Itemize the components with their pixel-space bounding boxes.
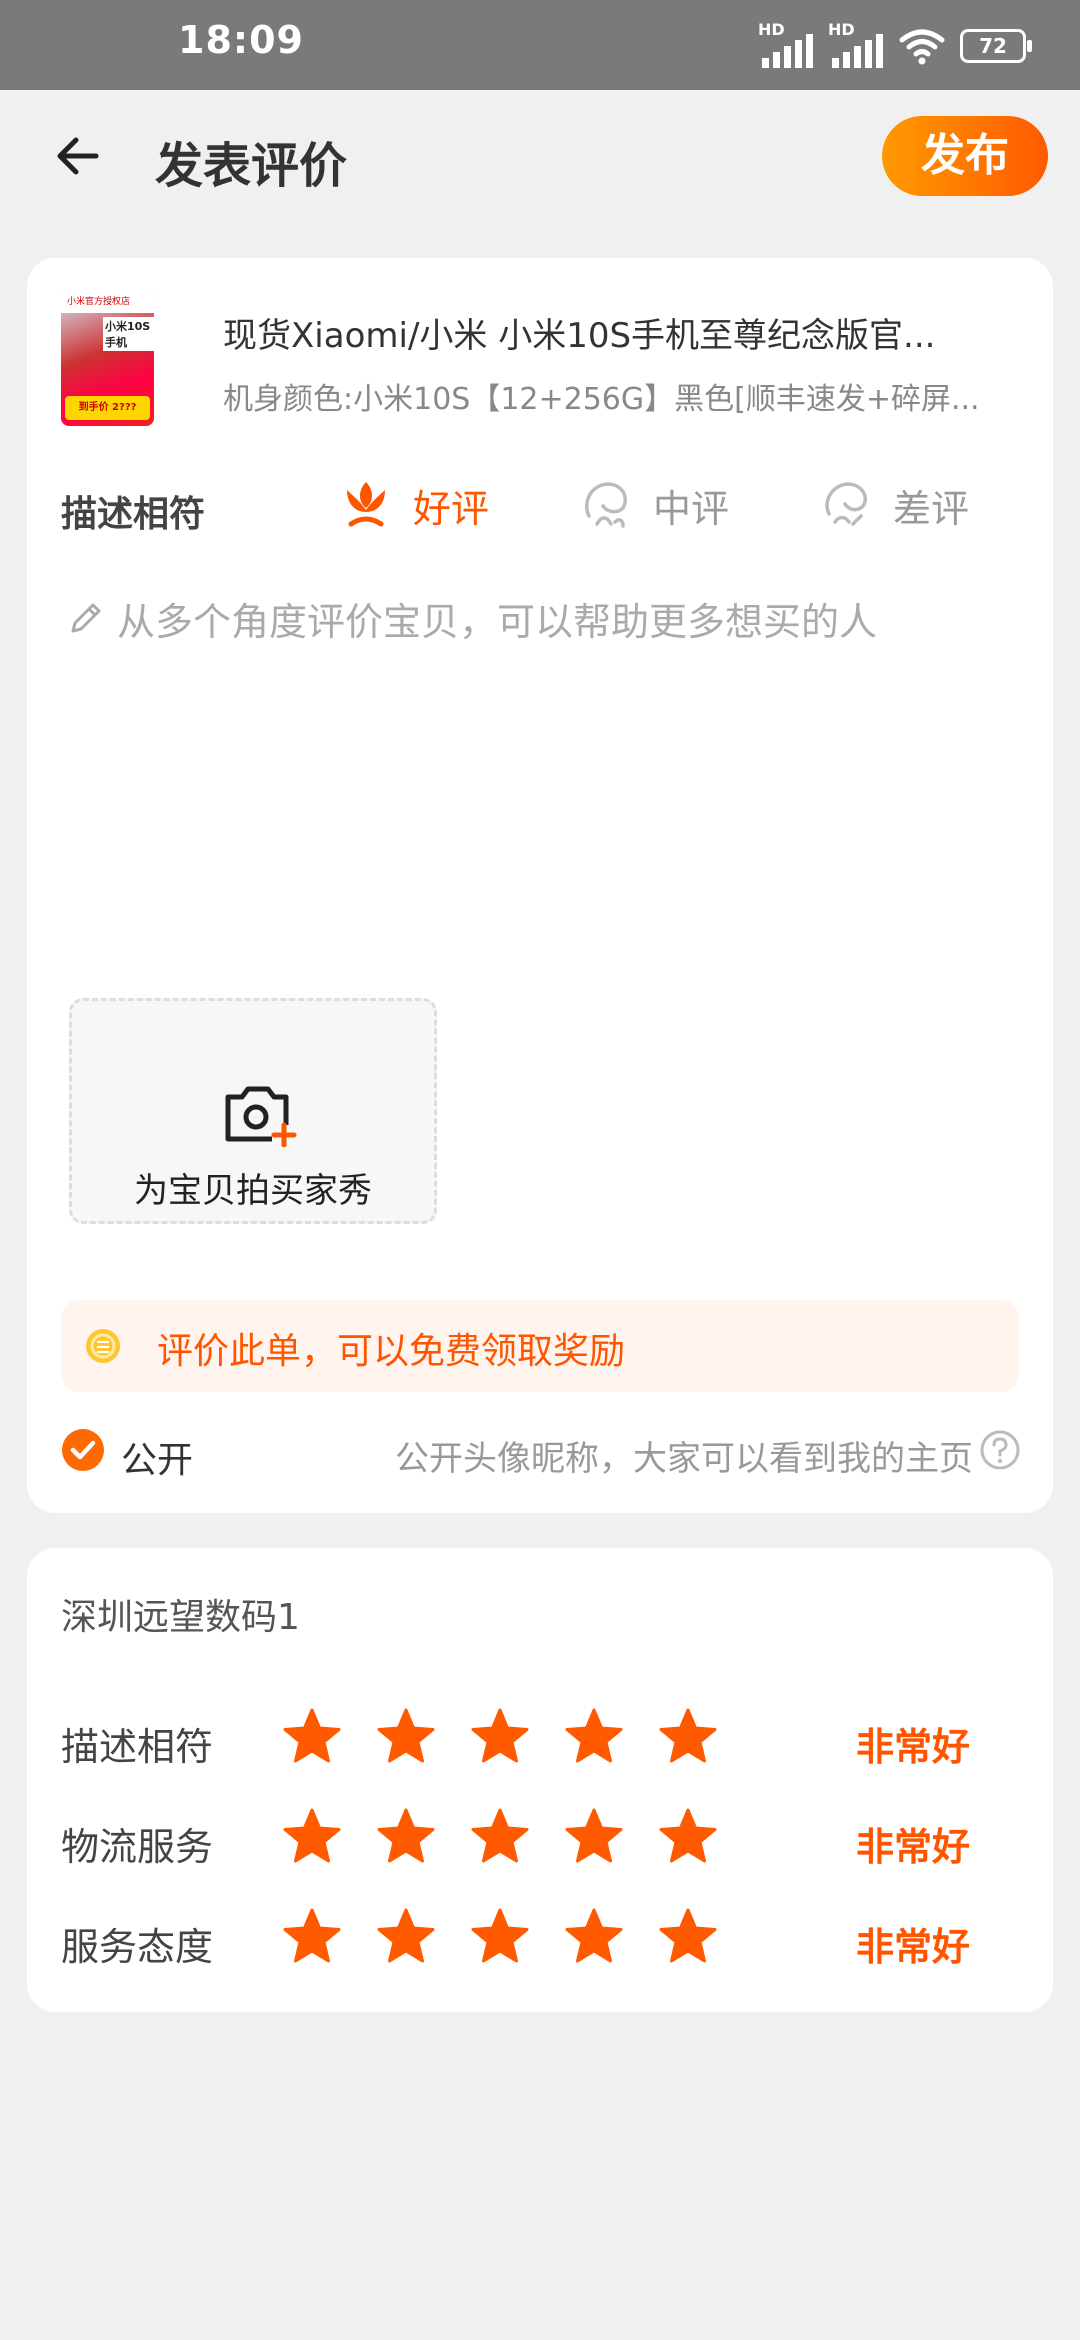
rating-text: 非常好 xyxy=(856,1825,971,1869)
sad-face-icon xyxy=(825,482,868,526)
star-icon[interactable] xyxy=(375,1706,437,1768)
star-icon[interactable] xyxy=(469,1806,531,1868)
description-match-label: 描述相符 xyxy=(61,494,206,535)
header: 发表评价 发布 xyxy=(0,90,1080,220)
rating-row-description: 描述相符 非常好 xyxy=(61,1698,1021,1778)
star-icon[interactable] xyxy=(563,1706,625,1768)
shop-rating-card: 深圳远望数码1 描述相符 非常好 物流服务 非常好 服务态度 非常好 xyxy=(27,1548,1053,2012)
thumb-model-text: 小米10S手机 xyxy=(103,317,154,351)
public-label[interactable]: 公开 xyxy=(121,1431,193,1483)
rating-bad-label: 差评 xyxy=(893,486,970,531)
rating-row-service: 服务态度 非常好 xyxy=(61,1898,1021,1978)
rating-good-label: 好评 xyxy=(413,486,490,531)
reward-banner[interactable]: 评价此单，可以免费领取奖励 xyxy=(61,1300,1019,1392)
public-hint: 公开头像昵称，大家可以看到我的主页 xyxy=(395,1439,973,1479)
add-photo-label: 为宝贝拍买家秀 xyxy=(134,1171,372,1211)
star-icon[interactable] xyxy=(375,1806,437,1868)
product-thumbnail[interactable]: 小米官方授权店 小米10S手机 到手价 2??? xyxy=(61,291,154,426)
reward-text: 评价此单，可以免费领取奖励 xyxy=(157,1331,626,1372)
star-icon[interactable] xyxy=(657,1806,719,1868)
page-title: 发表评价 xyxy=(155,138,348,194)
thumb-price-text: 到手价 2??? xyxy=(65,396,150,420)
star-icon[interactable] xyxy=(563,1806,625,1868)
signal-icon-2: HD xyxy=(828,20,884,68)
thumb-store-text: 小米官方授权店 xyxy=(61,291,154,313)
coin-icon xyxy=(86,1329,120,1363)
pencil-icon xyxy=(71,603,101,633)
rating-text: 非常好 xyxy=(856,1725,971,1769)
review-card: 小米官方授权店 小米10S手机 到手价 2??? 现货Xiaomi/小米 小米1… xyxy=(27,258,1053,1513)
star-rating[interactable] xyxy=(281,1806,719,1868)
star-icon[interactable] xyxy=(563,1906,625,1968)
star-icon[interactable] xyxy=(657,1906,719,1968)
product-spec: 机身颜色:小米10S【12+256G】黑色[顺丰速发+碎屏... xyxy=(223,382,980,417)
rating-label: 描述相符 xyxy=(61,1725,214,1769)
rating-label: 服务态度 xyxy=(61,1925,214,1969)
flower-icon xyxy=(347,482,385,527)
rating-text: 非常好 xyxy=(856,1925,971,1969)
star-icon[interactable] xyxy=(469,1706,531,1768)
star-icon[interactable] xyxy=(375,1906,437,1968)
status-time: 18:09 xyxy=(178,18,304,62)
star-icon[interactable] xyxy=(657,1706,719,1768)
star-icon[interactable] xyxy=(281,1906,343,1968)
star-icon[interactable] xyxy=(469,1906,531,1968)
camera-add-icon xyxy=(225,1086,298,1147)
rating-good-option[interactable]: 好评 xyxy=(337,470,489,540)
star-rating[interactable] xyxy=(281,1706,719,1768)
neutral-face-icon xyxy=(585,482,628,528)
check-circle-icon[interactable] xyxy=(61,1428,105,1472)
rating-row-logistics: 物流服务 非常好 xyxy=(61,1798,1021,1878)
rating-bad-option[interactable]: 差评 xyxy=(817,470,969,540)
rating-neutral-option[interactable]: 中评 xyxy=(577,470,729,540)
star-rating[interactable] xyxy=(281,1906,719,1968)
battery-icon: 72 xyxy=(960,29,1032,63)
status-icons: HD HD 72 xyxy=(758,20,1032,68)
publish-button[interactable]: 发布 xyxy=(882,116,1048,196)
rating-label: 物流服务 xyxy=(61,1825,214,1869)
signal-icon: HD xyxy=(758,20,814,68)
star-icon[interactable] xyxy=(281,1806,343,1868)
wifi-icon xyxy=(899,29,945,65)
star-icon[interactable] xyxy=(281,1706,343,1768)
shop-name: 深圳远望数码1 xyxy=(61,1597,300,1638)
status-bar: 18:09 HD HD 72 xyxy=(0,0,1080,90)
review-text-input[interactable]: 从多个角度评价宝贝，可以帮助更多想买的人 xyxy=(67,578,1017,658)
review-placeholder: 从多个角度评价宝贝，可以帮助更多想买的人 xyxy=(117,599,878,644)
help-icon[interactable] xyxy=(979,1429,1021,1471)
back-arrow-icon[interactable] xyxy=(50,128,106,184)
product-title[interactable]: 现货Xiaomi/小米 小米10S手机至尊纪念版官... xyxy=(223,308,1023,357)
rating-neutral-label: 中评 xyxy=(653,486,730,531)
add-photo-button[interactable]: 为宝贝拍买家秀 xyxy=(69,998,437,1224)
